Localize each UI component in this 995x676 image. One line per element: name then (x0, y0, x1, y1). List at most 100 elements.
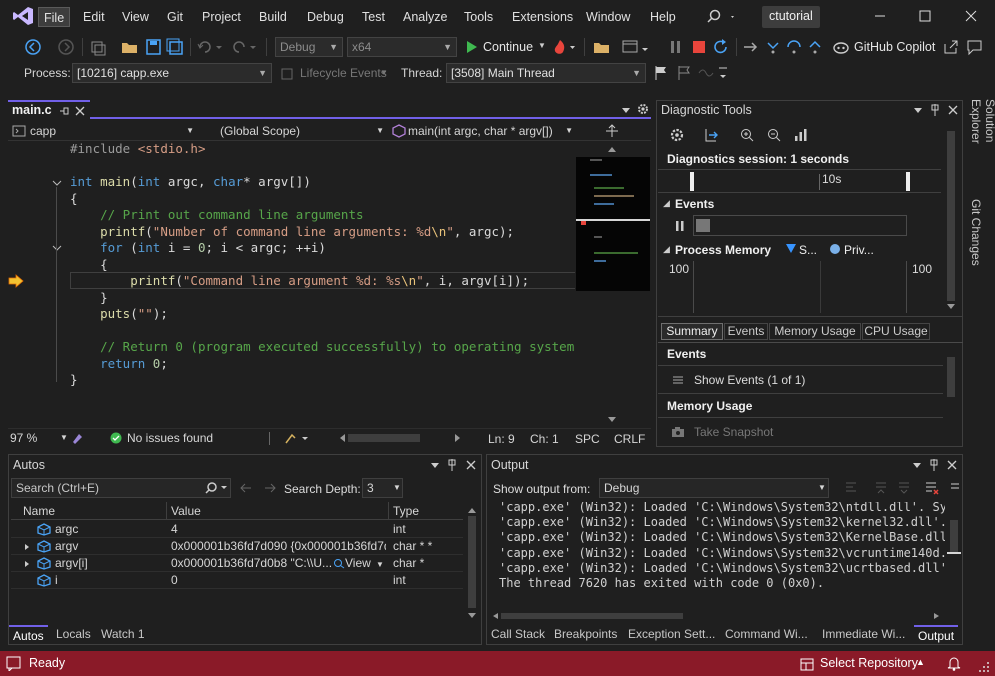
menu-file[interactable]: File (38, 7, 71, 27)
event-marker[interactable] (696, 219, 710, 232)
tab-output[interactable]: Output (914, 625, 959, 644)
github-copilot-button[interactable]: GitHub Copilot (832, 37, 940, 57)
new-project-button[interactable] (88, 38, 108, 56)
autos-search-input[interactable]: Search (Ctrl+E) (11, 478, 231, 498)
column-header-type[interactable]: Type (393, 504, 419, 518)
scrollbar-thumb[interactable] (950, 520, 958, 552)
word-wrap-icon[interactable] (949, 480, 961, 496)
scroll-up-icon[interactable] (467, 506, 477, 514)
zoom-combo[interactable]: 97 % ▼ (10, 431, 70, 446)
tab-call-stack[interactable]: Call Stack (487, 625, 549, 644)
solution-explorer-tab[interactable]: Solution Explorer (969, 99, 995, 189)
scroll-down-icon[interactable] (467, 612, 477, 620)
line-indicator[interactable]: Ln: 9 (488, 432, 515, 446)
search-previous-icon[interactable] (239, 481, 253, 495)
chevron-down-icon[interactable] (912, 460, 922, 470)
menu-git[interactable]: Git (162, 7, 188, 27)
select-repository-button[interactable]: Select Repository ▲ (798, 654, 928, 673)
menu-build[interactable]: Build (254, 7, 292, 27)
timeline-ruler[interactable]: 10s (658, 169, 941, 193)
search-button[interactable] (705, 8, 735, 26)
split-window-icon[interactable] (605, 124, 619, 138)
line-ending-indicator[interactable]: CRLF (614, 432, 645, 446)
scroll-left-icon[interactable] (491, 612, 499, 620)
navigate-back-button[interactable] (23, 38, 43, 56)
editor-gutter[interactable] (8, 141, 68, 428)
flag-thread-button[interactable] (653, 64, 669, 82)
table-row[interactable]: i 0 int (11, 572, 463, 589)
events-track[interactable] (693, 215, 907, 236)
navigate-forward-button[interactable] (56, 38, 76, 56)
project-combo[interactable]: capp ▼ (10, 122, 196, 140)
timeline-end-handle[interactable] (906, 172, 910, 191)
brush-icon[interactable] (70, 431, 84, 445)
tab-main-c[interactable]: main.c (8, 100, 90, 119)
thread-combo[interactable]: [3508] Main Thread ▼ (446, 63, 646, 83)
scope-combo[interactable]: (Global Scope) ▼ (200, 122, 386, 140)
pin-icon[interactable] (928, 458, 940, 472)
tab-summary[interactable]: Summary (661, 323, 723, 340)
chevron-down-icon[interactable] (430, 460, 440, 470)
expand-arrow-icon[interactable] (23, 543, 31, 551)
stop-button[interactable] (690, 38, 708, 56)
menu-tools[interactable]: Tools (459, 7, 498, 27)
search-icon[interactable] (204, 481, 230, 495)
table-row[interactable]: argv 0x000001b36fd7d090 {0x000001b36fd7d… (11, 538, 463, 555)
process-combo[interactable]: [10216] capp.exe ▼ (72, 63, 272, 83)
resize-grip-icon[interactable] (978, 661, 990, 673)
menu-analyze[interactable]: Analyze (398, 7, 452, 27)
undo-button[interactable] (196, 38, 224, 56)
output-text[interactable]: 'capp.exe' (Win32): Loaded 'C:\Windows\S… (487, 502, 945, 610)
minimize-button[interactable] (873, 9, 887, 23)
layout-button[interactable] (620, 38, 650, 56)
close-icon[interactable] (947, 104, 959, 116)
restart-button[interactable] (712, 38, 730, 56)
zoom-out-icon[interactable] (766, 127, 782, 143)
member-combo[interactable]: main(int argc, char * argv[]) ▼ (390, 122, 575, 140)
column-header-name[interactable]: Name (23, 504, 55, 518)
menu-extensions[interactable]: Extensions (507, 7, 578, 27)
tab-autos[interactable]: Autos (9, 625, 48, 644)
editor-scrollbar-map[interactable] (575, 141, 651, 428)
minimap[interactable] (576, 157, 650, 291)
search-next-icon[interactable] (263, 481, 277, 495)
feedback-button[interactable] (966, 38, 984, 56)
tab-events[interactable]: Events (724, 323, 768, 340)
scroll-right-icon[interactable] (933, 612, 941, 620)
table-row[interactable]: argv[i] 0x000001b36fd7d0b8 "C:\\U... Vie… (11, 555, 463, 572)
scroll-right-icon[interactable] (454, 433, 462, 443)
row-value[interactable]: 4 (171, 521, 386, 537)
expand-triangle-icon[interactable]: ◢ (663, 244, 670, 255)
menu-edit[interactable]: Edit (78, 7, 110, 27)
row-value[interactable]: 0 (171, 572, 386, 588)
bell-icon[interactable] (947, 656, 961, 671)
memory-graph[interactable] (693, 261, 907, 313)
timeline-start-handle[interactable] (690, 172, 694, 191)
pin-icon[interactable] (929, 103, 941, 117)
scrollbar-thumb[interactable] (501, 613, 683, 619)
redo-button[interactable] (230, 38, 258, 56)
open-folder-button[interactable] (592, 38, 612, 56)
collapse-icon[interactable] (52, 178, 62, 188)
hot-reload-button[interactable] (551, 38, 577, 56)
menu-window[interactable]: Window (581, 7, 635, 27)
git-changes-tab[interactable]: Git Changes (969, 199, 983, 269)
menu-project[interactable]: Project (197, 7, 246, 27)
scroll-down-icon[interactable] (946, 303, 956, 311)
platform-combo[interactable]: x64 ▼ (347, 37, 457, 57)
row-value[interactable]: 0x000001b36fd7d090 {0x000001b36fd7d... (171, 538, 386, 554)
save-button[interactable] (144, 38, 164, 56)
scrollbar-thumb[interactable] (947, 357, 955, 397)
autos-scrollbar[interactable] (465, 502, 479, 622)
expand-arrow-icon[interactable] (23, 560, 31, 568)
close-icon[interactable] (465, 459, 477, 471)
save-all-button[interactable] (165, 38, 185, 56)
zoom-in-icon[interactable] (739, 127, 755, 143)
summary-scrollbar[interactable] (944, 345, 958, 445)
tab-exception-settings[interactable]: Exception Sett... (624, 625, 719, 644)
previous-message-icon[interactable] (873, 480, 889, 496)
step-into-button[interactable] (764, 38, 782, 56)
gear-icon[interactable] (636, 102, 650, 116)
visualizer-view-button[interactable]: View ▼ (331, 555, 387, 571)
scroll-left-icon[interactable] (338, 433, 346, 443)
